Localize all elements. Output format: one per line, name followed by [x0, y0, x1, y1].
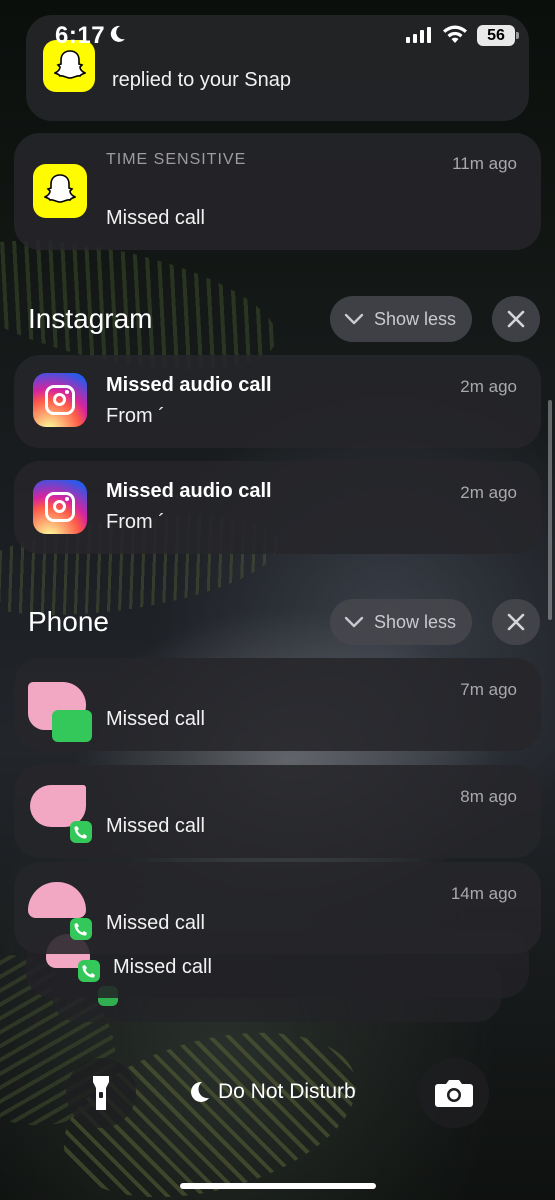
phone-icon [52, 710, 92, 742]
instagram-group-header: Instagram [28, 303, 153, 334]
snap-missed-call-card[interactable]: TIME SENSITIVE 11m ago Missed call [14, 133, 541, 250]
time-ago: 11m ago [452, 154, 517, 173]
battery-tip [516, 32, 519, 39]
battery-icon: 56 [477, 25, 515, 46]
phone-icon [70, 821, 92, 843]
time-ago: 8m ago [460, 787, 517, 806]
close-icon [507, 613, 525, 631]
notification-body: Missed call [106, 708, 205, 730]
phone-notification[interactable]: 7m ago Missed call [14, 658, 541, 751]
phone-group-header: Phone [28, 606, 109, 637]
notification-body: From ´ [106, 405, 165, 427]
phone-icon [70, 918, 92, 940]
camera-button[interactable] [419, 1058, 489, 1128]
phone-clear-button[interactable] [492, 599, 540, 645]
phone-notification[interactable]: 14m ago Missed call [14, 862, 541, 954]
wifi-icon [443, 25, 467, 43]
do-not-disturb-label: Do Not Disturb [218, 1080, 356, 1103]
chevron-down-icon [344, 313, 364, 325]
show-less-label: Show less [374, 611, 457, 632]
instagram-icon [33, 373, 87, 427]
status-bar: 6:17 56 [0, 0, 555, 70]
camera-icon [435, 1080, 473, 1107]
notification-body: From ´ [106, 511, 165, 533]
do-not-disturb-control[interactable]: Do Not Disturb [188, 1080, 356, 1104]
moon-icon [191, 1081, 209, 1102]
status-time: 6:17 [55, 22, 106, 49]
notification-body: Missed call [106, 912, 205, 934]
flashlight-icon [93, 1076, 109, 1110]
notification-body: Missed call [106, 815, 205, 837]
home-indicator[interactable] [180, 1183, 376, 1189]
instagram-show-less-button[interactable]: Show less [330, 296, 473, 342]
phone-notification[interactable]: 8m ago Missed call [14, 765, 541, 858]
signal-icon [406, 27, 431, 43]
time-ago: 2m ago [460, 483, 517, 502]
notification-body: replied to your Snap [112, 69, 292, 91]
time-ago: 14m ago [450, 884, 517, 903]
instagram-icon [33, 480, 87, 534]
instagram-clear-button[interactable] [492, 296, 540, 342]
time-sensitive-label: TIME SENSITIVE [106, 151, 247, 168]
notification-body: Missed call [113, 956, 212, 978]
time-ago: 2m ago [460, 377, 517, 396]
flashlight-button[interactable] [66, 1058, 136, 1128]
instagram-notification[interactable]: Missed audio call 2m ago From ´ [14, 461, 541, 554]
close-icon [507, 310, 525, 328]
chevron-down-icon [344, 616, 364, 628]
notification-title: Missed audio call [106, 480, 272, 502]
scrollbar[interactable] [548, 400, 552, 620]
phone-icon [78, 960, 100, 982]
instagram-notification[interactable]: Missed audio call 2m ago From ´ [14, 355, 541, 448]
notification-body: Missed call [106, 207, 205, 229]
time-ago: 7m ago [460, 680, 517, 699]
moon-icon [110, 25, 125, 42]
phone-show-less-button[interactable]: Show less [330, 599, 473, 645]
show-less-label: Show less [374, 308, 457, 329]
notification-title: Missed audio call [106, 374, 272, 396]
snapchat-icon [33, 164, 87, 218]
